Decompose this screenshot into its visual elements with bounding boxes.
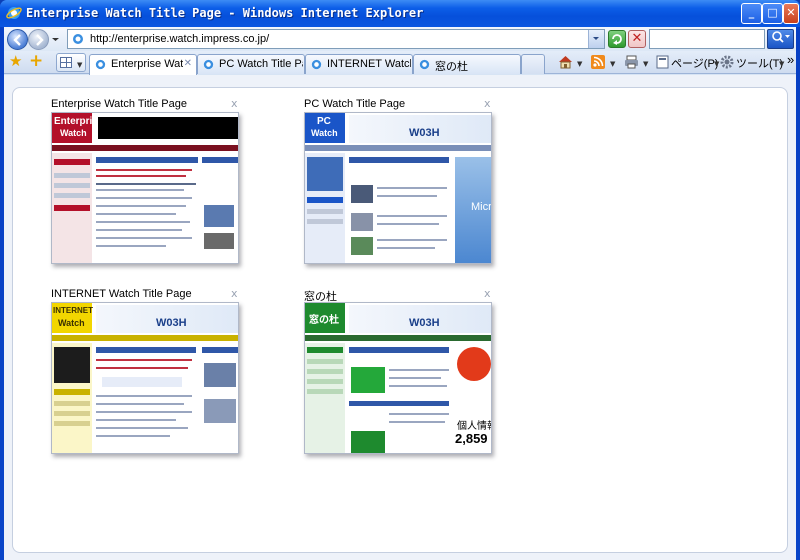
side-ad-text: 個人情報 (457, 421, 491, 432)
ie-logo-icon (6, 7, 22, 19)
browser-client: http://enterprise.watch.impress.co.jp/ ✕… (4, 27, 796, 560)
address-url: http://enterprise.watch.impress.co.jp/ (90, 33, 270, 45)
tools-menu-button[interactable]: ツール(T) (736, 55, 783, 71)
ad-text: W03H (409, 127, 440, 139)
ad-text: W03H (409, 317, 440, 329)
thumbnail-preview: PC Watch W03H Micr (304, 112, 492, 264)
forward-button[interactable] (28, 29, 49, 50)
thumbnail-internet-watch[interactable]: INTERNET Watch Title Page x INTERNET Wat… (51, 287, 241, 458)
arrow-right-icon (36, 34, 44, 46)
chevron-down-icon (593, 37, 599, 40)
back-button[interactable] (7, 29, 28, 50)
tab-pc-watch[interactable]: PC Watch Title Pa... (197, 54, 305, 74)
quick-tabs-grid-icon (60, 57, 72, 68)
thumbnail-pc-watch[interactable]: PC Watch Title Page x PC Watch W03H Micr (304, 97, 494, 268)
thumbnail-title: Enterprise Watch Title Page (51, 98, 187, 110)
site-logo-bottom: Watch (311, 128, 338, 138)
tab-madonomori[interactable]: 窓の杜 (413, 54, 521, 74)
thumbnail-preview: 窓の杜 W03H 個人情 2,859 (304, 302, 492, 454)
page-menu-icon (656, 55, 669, 69)
address-dropdown-button[interactable] (588, 30, 604, 48)
maximize-button[interactable]: □ (762, 3, 783, 24)
home-chevron-icon[interactable]: ▼ (577, 60, 582, 68)
tab-close-icon[interactable]: ✕ (184, 58, 192, 69)
feeds-icon[interactable] (591, 55, 606, 69)
quick-tabs-view: Enterprise Watch Title Page x Enterprise… (4, 75, 796, 560)
close-button[interactable]: ✕ (783, 3, 799, 24)
print-icon[interactable] (624, 55, 639, 69)
ad-text: W03H (156, 317, 187, 329)
site-logo-bottom: Watch (58, 318, 85, 328)
site-logo-top: Enterprise (54, 116, 104, 127)
title-bar[interactable]: Enterprise Watch Title Page - Windows In… (0, 0, 800, 27)
tab-bar: ★ + ▼ Enterprise Wat... ✕ PC Watch Title… (4, 51, 796, 75)
thumbnail-close-icon[interactable]: x (484, 97, 491, 110)
page-icon (73, 34, 83, 44)
thumbnail-close-icon[interactable]: x (231, 97, 238, 110)
quick-tabs-button[interactable]: ▼ (56, 53, 86, 72)
site-logo-bottom: Watch (60, 128, 87, 138)
thumbnail-preview: Enterprise Watch (51, 112, 239, 264)
search-input[interactable] (649, 29, 765, 49)
tools-menu-chevron-icon[interactable]: ▼ (779, 60, 784, 68)
thumbnail-panel: Enterprise Watch Title Page x Enterprise… (12, 87, 788, 553)
side-ad-number: 2,859 (455, 431, 488, 446)
address-field[interactable]: http://enterprise.watch.impress.co.jp/ (67, 29, 605, 49)
thumbnail-close-icon[interactable]: x (484, 287, 491, 300)
page-icon (203, 59, 214, 70)
tab-label: PC Watch Title Pa... (219, 58, 303, 70)
tab-list-chevron-icon[interactable]: ▼ (77, 61, 82, 69)
home-icon[interactable] (558, 55, 573, 69)
tab-label: Enterprise Wat... (111, 58, 183, 70)
refresh-icon (612, 34, 622, 45)
print-chevron-icon[interactable]: ▼ (643, 60, 648, 68)
search-icon (771, 31, 790, 43)
page-icon (311, 59, 322, 70)
search-button[interactable] (767, 29, 794, 49)
site-logo-top: 窓の杜 (309, 315, 339, 326)
site-logo-top: INTERNET (53, 306, 93, 315)
thumbnail-title: INTERNET Watch Title Page (51, 288, 192, 300)
recent-pages-chevron-icon[interactable] (51, 35, 60, 44)
thumbnail-preview: INTERNET Watch W03H (51, 302, 239, 454)
thumbnail-title: PC Watch Title Page (304, 98, 406, 110)
stop-button[interactable]: ✕ (628, 30, 646, 48)
tab-enterprise-watch[interactable]: Enterprise Wat... ✕ (89, 54, 197, 75)
page-menu-button[interactable]: ページ(P) (671, 55, 718, 71)
thumbnail-enterprise-watch[interactable]: Enterprise Watch Title Page x Enterprise… (51, 97, 241, 268)
stop-icon: ✕ (631, 31, 643, 46)
refresh-button[interactable] (608, 30, 626, 48)
site-logo-top: PC (317, 116, 331, 127)
tab-label: INTERNET Watch ... (327, 58, 411, 70)
new-tab-button[interactable] (521, 54, 545, 74)
arrow-left-icon (13, 34, 21, 46)
command-bar-overflow-button[interactable]: » (787, 52, 794, 67)
tab-label: 窓の杜 (435, 61, 468, 73)
feeds-chevron-icon[interactable]: ▼ (610, 60, 615, 68)
tab-internet-watch[interactable]: INTERNET Watch ... (305, 54, 413, 74)
add-favorites-icon[interactable]: + (29, 53, 43, 70)
thumbnail-madonomori[interactable]: 窓の杜 x 窓の杜 W03H 個人情 2,859 (304, 287, 494, 458)
browser-window: Enterprise Watch Title Page - Windows In… (0, 0, 800, 560)
minimize-button[interactable]: _ (741, 3, 762, 24)
page-icon (95, 59, 106, 70)
navigation-bar: http://enterprise.watch.impress.co.jp/ ✕ (4, 27, 796, 51)
side-ad-text: Micro (471, 201, 492, 213)
thumbnail-close-icon[interactable]: x (231, 287, 238, 300)
gear-icon (720, 55, 734, 69)
page-menu-chevron-icon[interactable]: ▼ (714, 60, 719, 68)
page-icon (419, 59, 430, 70)
favorites-star-icon[interactable]: ★ (9, 54, 22, 69)
window-title: Enterprise Watch Title Page - Windows In… (26, 6, 424, 20)
